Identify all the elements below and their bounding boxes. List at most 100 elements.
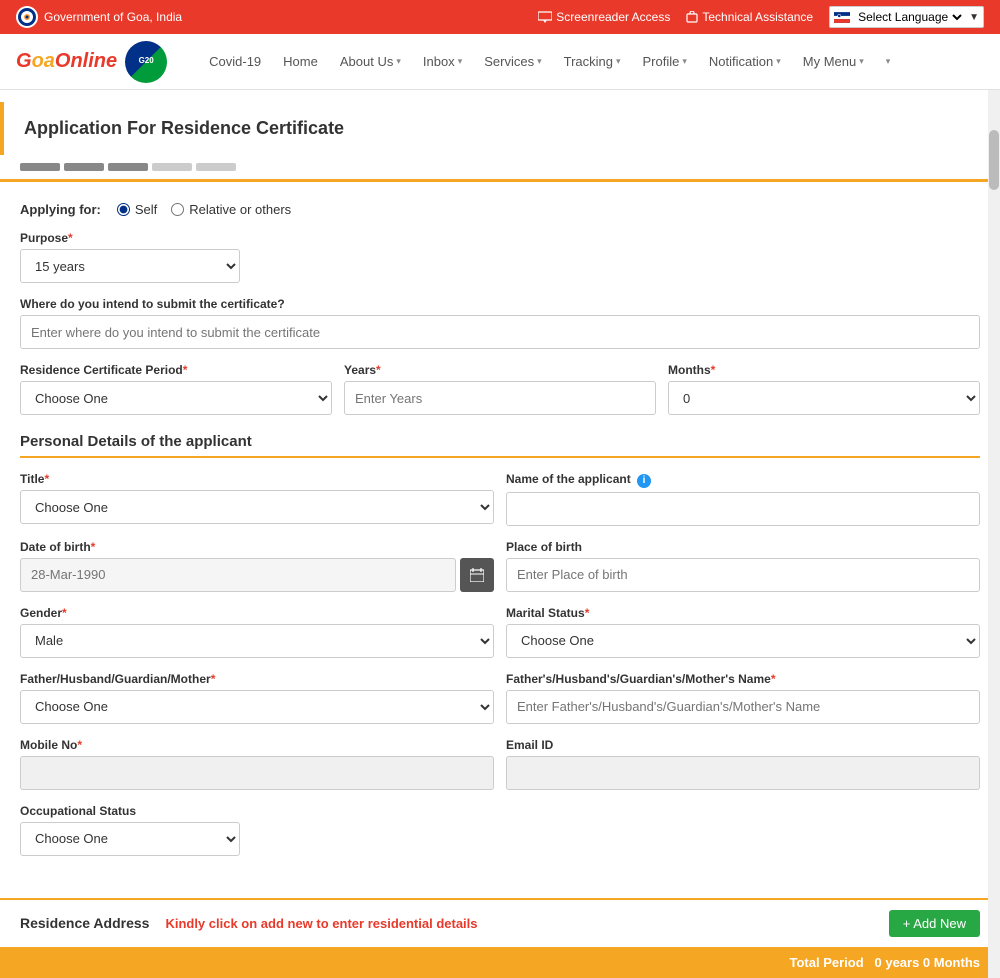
- years-field: Years*: [344, 363, 656, 415]
- screenreader-link[interactable]: Screenreader Access: [538, 10, 670, 24]
- progress-step-1: [20, 163, 60, 171]
- years-input[interactable]: [344, 381, 656, 415]
- title-field: Title* Choose One Mr.Mrs.Ms.Dr.: [20, 472, 494, 526]
- guardian-name-field: Father's/Husband's/Guardian's/Mother's N…: [506, 672, 980, 724]
- purpose-field: Purpose* 15 years 1 year 5 years 10 year…: [20, 231, 980, 283]
- dob-field: Date of birth*: [20, 540, 494, 592]
- email-input[interactable]: [506, 756, 980, 790]
- purpose-label: Purpose*: [20, 231, 980, 245]
- progress-step-3: [108, 163, 148, 171]
- applicant-name-input[interactable]: [506, 492, 980, 526]
- progress-bar: [0, 155, 1000, 179]
- radio-relative-input[interactable]: [171, 203, 184, 216]
- period-field: Residence Certificate Period* Choose One: [20, 363, 332, 415]
- applicant-name-label: Name of the applicant i: [506, 472, 980, 488]
- guardian-row: Father/Husband/Guardian/Mother* Choose O…: [20, 672, 980, 724]
- nav-profile[interactable]: Profile ▾: [633, 48, 697, 75]
- submit-cert-label: Where do you intend to submit the certif…: [20, 297, 980, 311]
- applicant-name-info-icon[interactable]: i: [637, 474, 651, 488]
- gov-title: Government of Goa, India: [44, 10, 182, 24]
- email-field: Email ID: [506, 738, 980, 790]
- period-label: Residence Certificate Period*: [20, 363, 332, 377]
- guardian-select[interactable]: Choose One FatherHusbandGuardianMother: [20, 690, 494, 724]
- nav-about-us[interactable]: About Us ▾: [330, 48, 411, 75]
- mobile-field: Mobile No*: [20, 738, 494, 790]
- marital-field: Marital Status* Choose One SingleMarried…: [506, 606, 980, 658]
- personal-section-header: Personal Details of the applicant: [20, 433, 980, 458]
- months-label: Months*: [668, 363, 980, 377]
- goa-online-logo[interactable]: GoaOnline: [16, 50, 117, 73]
- language-select-input[interactable]: Select Language: [854, 9, 965, 25]
- guardian-name-label: Father's/Husband's/Guardian's/Mother's N…: [506, 672, 980, 686]
- total-period-value: 0 years 0 Months: [875, 955, 981, 970]
- guardian-field: Father/Husband/Guardian/Mother* Choose O…: [20, 672, 494, 724]
- mobile-email-row: Mobile No* Email ID: [20, 738, 980, 790]
- nav-inbox[interactable]: Inbox ▾: [413, 48, 472, 75]
- submit-cert-field: Where do you intend to submit the certif…: [20, 297, 980, 349]
- nav-my-menu[interactable]: My Menu ▾: [793, 48, 874, 75]
- g20-badge: G20: [125, 41, 167, 83]
- language-selector[interactable]: Select Language ▼: [829, 6, 984, 28]
- gender-select[interactable]: Male Female Transgender: [20, 624, 494, 658]
- nav-more[interactable]: ▾: [876, 50, 901, 73]
- months-field: Months* 0 1234 5678 91011: [668, 363, 980, 415]
- nav-tracking[interactable]: Tracking ▾: [554, 48, 631, 75]
- page-title: Application For Residence Certificate: [24, 118, 980, 139]
- guardian-label: Father/Husband/Guardian/Mother*: [20, 672, 494, 686]
- gender-field: Gender* Male Female Transgender: [20, 606, 494, 658]
- years-label: Years*: [344, 363, 656, 377]
- dob-input[interactable]: [20, 558, 456, 592]
- occ-select[interactable]: Choose One EmployedUnemployedStudentReti…: [20, 822, 240, 856]
- progress-step-5: [196, 163, 236, 171]
- scrollbar-thumb[interactable]: [989, 130, 999, 190]
- applying-for-row: Applying for: Self Relative or others: [20, 202, 980, 217]
- residence-bar: Residence Address Kindly click on add ne…: [0, 898, 1000, 947]
- months-select[interactable]: 0 1234 5678 91011: [668, 381, 980, 415]
- title-name-row: Title* Choose One Mr.Mrs.Ms.Dr. Name of …: [20, 472, 980, 526]
- radio-self-input[interactable]: [117, 203, 130, 216]
- technical-link[interactable]: Technical Assistance: [686, 10, 813, 24]
- total-period-label: Total Period: [790, 955, 864, 970]
- page-title-bar: Application For Residence Certificate: [0, 102, 1000, 155]
- technical-label: Technical Assistance: [702, 10, 813, 24]
- guardian-name-input[interactable]: [506, 690, 980, 724]
- place-birth-label: Place of birth: [506, 540, 980, 554]
- applicant-name-field: Name of the applicant i: [506, 472, 980, 526]
- screenreader-label: Screenreader Access: [556, 10, 670, 24]
- gender-marital-row: Gender* Male Female Transgender Marital …: [20, 606, 980, 658]
- purpose-select[interactable]: 15 years 1 year 5 years 10 years 20 year…: [20, 249, 240, 283]
- nav-notification[interactable]: Notification ▾: [699, 48, 791, 75]
- applying-for-label: Applying for:: [20, 202, 101, 217]
- gender-label: Gender*: [20, 606, 494, 620]
- scrollbar-track[interactable]: [988, 90, 1000, 978]
- residence-label: Residence Address: [20, 915, 149, 931]
- residence-hint: Kindly click on add new to enter residen…: [165, 916, 872, 931]
- title-select[interactable]: Choose One Mr.Mrs.Ms.Dr.: [20, 490, 494, 524]
- submit-cert-input[interactable]: [20, 315, 980, 349]
- dob-place-row: Date of birth* Place of birth: [20, 540, 980, 592]
- dob-label: Date of birth*: [20, 540, 494, 554]
- progress-step-2: [64, 163, 104, 171]
- period-select[interactable]: Choose One: [20, 381, 332, 415]
- place-birth-field: Place of birth: [506, 540, 980, 592]
- dob-date-field: [20, 558, 494, 592]
- progress-step-4: [152, 163, 192, 171]
- nav-covid19[interactable]: Covid-19: [199, 48, 271, 75]
- email-label: Email ID: [506, 738, 980, 752]
- mobile-input[interactable]: [20, 756, 494, 790]
- nav-home[interactable]: Home: [273, 48, 328, 75]
- radio-relative[interactable]: Relative or others: [171, 202, 291, 217]
- marital-select[interactable]: Choose One SingleMarriedDivorcedWidowed: [506, 624, 980, 658]
- form-container: Applying for: Self Relative or others Pu…: [0, 179, 1000, 890]
- period-row: Residence Certificate Period* Choose One…: [20, 363, 980, 415]
- occ-label: Occupational Status: [20, 804, 240, 818]
- radio-self[interactable]: Self: [117, 202, 157, 217]
- add-new-button[interactable]: + Add New: [889, 910, 980, 937]
- calendar-button[interactable]: [460, 558, 494, 592]
- nav-services[interactable]: Services ▾: [474, 48, 551, 75]
- place-birth-input[interactable]: [506, 558, 980, 592]
- occ-field: Occupational Status Choose One EmployedU…: [20, 804, 240, 856]
- total-period-bar: Total Period 0 years 0 Months: [0, 947, 1000, 978]
- radio-self-label: Self: [135, 202, 157, 217]
- title-label: Title*: [20, 472, 494, 486]
